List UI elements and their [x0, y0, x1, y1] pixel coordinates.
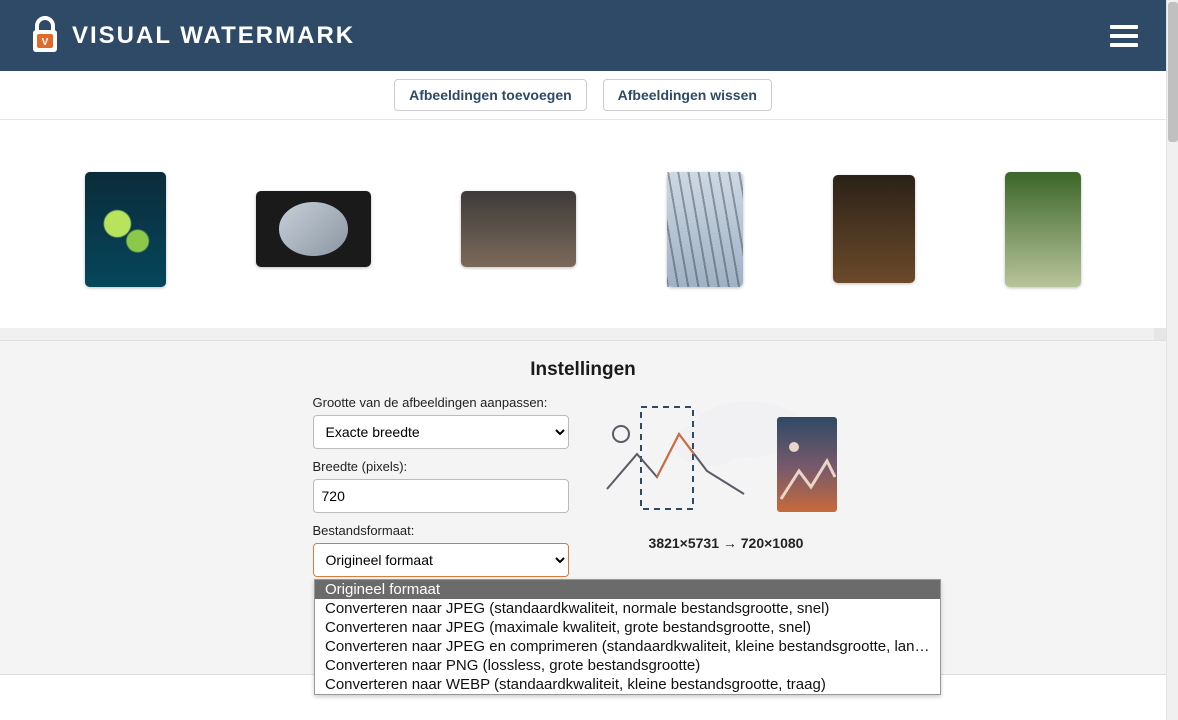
lock-icon: V [28, 16, 62, 56]
image-thumbnail[interactable] [833, 175, 915, 283]
image-thumbnail[interactable] [667, 172, 743, 287]
format-option[interactable]: Converteren naar PNG (lossless, grote be… [315, 656, 940, 675]
thumbnails-horizontal-scrollbar[interactable] [0, 328, 1166, 340]
thumbnails-panel [0, 120, 1166, 340]
resize-label: Grootte van de afbeeldingen aanpassen: [313, 395, 569, 410]
thumbnails-row [0, 120, 1166, 320]
logo: V VISUAL WATERMARK [28, 16, 355, 56]
format-option[interactable]: Converteren naar WEBP (standaardkwalitei… [315, 675, 940, 694]
dimensions-text: 3821×5731 → 720×1080 [599, 535, 854, 551]
resize-preview: 3821×5731 → 720×1080 [599, 395, 854, 577]
resize-diagram-icon [599, 399, 854, 529]
width-input[interactable] [313, 479, 569, 513]
app-window: V VISUAL WATERMARK Afbeeldingen toevoege… [0, 0, 1166, 720]
format-option[interactable]: Origineel formaat [315, 580, 940, 599]
file-format-dropdown-list[interactable]: Origineel formaat Converteren naar JPEG … [314, 579, 941, 695]
format-option[interactable]: Converteren naar JPEG (maximale kwalitei… [315, 618, 940, 637]
format-option[interactable]: Converteren naar JPEG (standaardkwalitei… [315, 599, 940, 618]
scrollbar-thumb[interactable] [1168, 2, 1178, 142]
image-thumbnail[interactable] [85, 172, 166, 287]
image-thumbnail[interactable] [256, 191, 371, 267]
resize-mode-select[interactable]: Exacte breedte [313, 415, 569, 449]
app-title: VISUAL WATERMARK [72, 22, 355, 50]
app-header: V VISUAL WATERMARK [0, 0, 1166, 71]
format-label: Bestandsformaat: [313, 523, 569, 538]
scrollbar-corner [1154, 328, 1166, 340]
image-thumbnail[interactable] [461, 191, 576, 267]
settings-form: Grootte van de afbeeldingen aanpassen: E… [313, 395, 569, 577]
add-images-button[interactable]: Afbeeldingen toevoegen [394, 79, 587, 111]
settings-panel: Instellingen Grootte van de afbeeldingen… [0, 340, 1166, 697]
page-vertical-scrollbar[interactable] [1166, 0, 1178, 720]
width-label: Breedte (pixels): [313, 459, 569, 474]
settings-title: Instellingen [0, 359, 1166, 381]
file-format-select[interactable]: Origineel formaat [313, 543, 569, 577]
clear-images-button[interactable]: Afbeeldingen wissen [603, 79, 772, 111]
svg-text:V: V [42, 37, 49, 48]
hamburger-menu-icon[interactable] [1110, 20, 1138, 52]
image-thumbnail[interactable] [1005, 172, 1081, 287]
format-option[interactable]: Converteren naar JPEG en comprimeren (st… [315, 637, 940, 656]
toolbar: Afbeeldingen toevoegen Afbeeldingen wiss… [0, 71, 1166, 120]
